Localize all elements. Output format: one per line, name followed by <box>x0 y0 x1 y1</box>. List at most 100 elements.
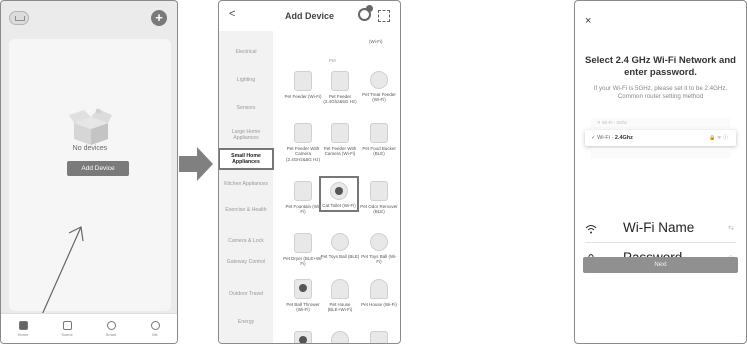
product-label: Pet Odor Remover (BLE) <box>360 204 398 215</box>
category-small-home-appliances[interactable]: Small Home Appliances <box>219 148 274 170</box>
no-devices-text: No devices <box>72 145 108 152</box>
page-title: Add Device <box>284 11 335 21</box>
food-bucket-icon <box>370 123 388 143</box>
product-label: Pet Feeder (Wi-Fi) <box>284 94 322 99</box>
wifi-hint-text[interactable]: If your Wi-Fi is 5GHz, please set it to … <box>585 85 736 101</box>
toy-ball-icon <box>370 233 388 251</box>
product-item[interactable] <box>283 331 323 343</box>
treat-feeder-icon <box>370 71 388 89</box>
product-item[interactable]: Pet Feeder With Camera (Wi-Fi) <box>320 123 360 157</box>
add-device-button[interactable]: Add Device <box>67 161 129 176</box>
pet-feeder-icon <box>331 71 349 91</box>
checkbox-icon <box>62 320 72 330</box>
section-title: Pet <box>329 58 336 63</box>
product-item[interactable]: Pet Feeder With Camera (2.4GHz&5G Hz) <box>283 123 323 162</box>
add-device-header: < Add Device <box>219 1 400 31</box>
nav-smart[interactable]: Smart <box>96 320 126 337</box>
step-arrow-icon <box>179 147 213 181</box>
smart-icon <box>106 320 116 330</box>
add-device-body: Electrical Lighting Sensors Large Home A… <box>219 31 400 343</box>
home-top-bar: + <box>9 9 169 29</box>
product-item[interactable]: Pet Dryer (BLE+Wi-Fi) <box>283 233 323 267</box>
odor-remover-icon <box>370 181 388 201</box>
previous-item-label: (Wi-Fi) <box>369 39 383 44</box>
category-lighting[interactable]: Lighting <box>219 77 273 83</box>
wifi-24-prefix: ✓ Wi-Fi - <box>591 135 615 141</box>
switch-network-icon[interactable]: ⇆ <box>728 224 734 232</box>
product-label: Cat Toilet (Wi-Fi) <box>322 203 356 208</box>
wifi-setup-screen: × Select 2.4 GHz Wi-Fi Network and enter… <box>574 0 747 344</box>
product-label: Pet Fountain (Wi-Fi) <box>285 204 321 215</box>
next-button[interactable]: Next <box>583 257 738 273</box>
page-title: Select 2.4 GHz Wi-Fi Network and enter p… <box>585 55 736 78</box>
category-large-home-appliances[interactable]: Large Home Appliances <box>219 129 273 141</box>
category-outdoor-travel[interactable]: Outdoor Travel <box>219 291 273 297</box>
nav-scene[interactable]: Scene <box>52 320 82 337</box>
camera-feeder-icon <box>331 123 349 143</box>
product-label: Pet Food Bucket (BLE) <box>362 146 396 157</box>
product-label: Pet Toys Ball (Wi-Fi) <box>361 254 397 265</box>
product-label: Pet House (BLE+Wi-Fi) <box>327 302 353 313</box>
product-item[interactable]: Pet Ball Thrower (Wi-Fi) <box>283 279 323 313</box>
product-item[interactable]: Pet Toys Ball (BLE) <box>320 233 360 259</box>
toy-ball-icon <box>331 233 349 251</box>
wifi-other-row <box>591 148 730 158</box>
nav-me[interactable]: Me <box>140 320 170 337</box>
product-item[interactable] <box>320 331 360 343</box>
product-label: Pet Toys Ball (BLE) <box>320 254 360 259</box>
wifi-name-field[interactable]: Wi-Fi Name ⇆ <box>585 217 736 243</box>
product-label: Pet Treat Feeder (Wi-Fi) <box>362 92 396 103</box>
home-icon <box>18 320 28 330</box>
device-icon <box>294 331 312 343</box>
product-item[interactable]: Pet Food Bucket (BLE) <box>359 123 399 157</box>
qr-scan-icon[interactable] <box>378 10 390 22</box>
category-energy[interactable]: Energy <box>219 319 273 325</box>
product-item[interactable]: Pet House (BLE+Wi-Fi) <box>320 279 360 313</box>
product-item[interactable]: Pet Feeder (Wi-Fi) <box>283 71 323 99</box>
category-kitchen-appliances[interactable]: Kitchen Appliances <box>219 181 273 187</box>
nav-label: Smart <box>105 331 117 337</box>
product-item[interactable] <box>359 331 399 343</box>
product-item-cat-toilet[interactable]: Cat Toilet (Wi-Fi) <box>319 176 359 213</box>
product-item[interactable]: Pet House (Wi-Fi) <box>359 279 399 307</box>
category-gateway-control[interactable]: Gateway Control <box>219 259 273 265</box>
product-label: Pet Feeder With Camera (2.4GHz&5G Hz) <box>285 146 320 162</box>
pet-house-icon <box>370 279 388 299</box>
product-item[interactable]: Pet Toys Ball (Wi-Fi) <box>359 233 399 265</box>
empty-box-illustration <box>69 108 112 145</box>
wifi-name-input[interactable]: Wi-Fi Name <box>623 220 694 235</box>
product-label: Pet Dryer (BLE+Wi-Fi) <box>283 256 323 267</box>
category-sensors[interactable]: Sensors <box>219 105 273 111</box>
category-camera-lock[interactable]: Camera & Lock <box>219 238 273 244</box>
device-icon <box>370 331 388 343</box>
category-exercise-health[interactable]: Exercise & Health <box>219 207 273 213</box>
pet-fountain-icon <box>294 181 312 201</box>
product-item[interactable]: Pet Feeder (2.4Ghz&5G Hz) <box>320 71 360 105</box>
home-switch-icon[interactable] <box>9 11 29 25</box>
pet-feeder-icon <box>294 71 312 91</box>
pet-house-icon <box>331 279 349 299</box>
ball-thrower-icon <box>294 279 312 299</box>
nav-label: Me <box>152 331 158 337</box>
add-icon[interactable]: + <box>151 10 167 26</box>
scan-badge-icon <box>366 5 373 12</box>
profile-icon <box>150 320 160 330</box>
product-item[interactable]: Pet Treat Feeder (Wi-Fi) <box>359 71 399 103</box>
wifi-5ghz-row: ✕ Wi-Fi - 5Ghz <box>591 118 730 128</box>
product-item[interactable]: Pet Odor Remover (BLE) <box>359 181 399 215</box>
pointer-arrow-icon <box>40 226 84 318</box>
wifi-24-band: 2.4Ghz <box>614 135 633 141</box>
device-icon <box>331 331 349 343</box>
category-sidebar: Electrical Lighting Sensors Large Home A… <box>219 31 274 343</box>
product-item[interactable]: Pet Fountain (Wi-Fi) <box>283 181 323 215</box>
category-electrical[interactable]: Electrical <box>219 49 273 55</box>
bottom-nav: Home Scene Smart Me <box>1 313 177 343</box>
empty-devices-panel: No devices Add Device <box>9 39 171 318</box>
wifi-status-icons: 🔒 ᯤ ⓘ <box>709 135 728 141</box>
close-button[interactable]: × <box>585 15 591 27</box>
nav-home[interactable]: Home <box>8 320 38 337</box>
cat-toilet-icon <box>330 182 348 200</box>
product-label: Pet Feeder (2.4Ghz&5G Hz) <box>323 94 357 105</box>
nav-label: Scene <box>61 331 73 337</box>
product-label: Pet Feeder With Camera (Wi-Fi) <box>323 146 357 157</box>
